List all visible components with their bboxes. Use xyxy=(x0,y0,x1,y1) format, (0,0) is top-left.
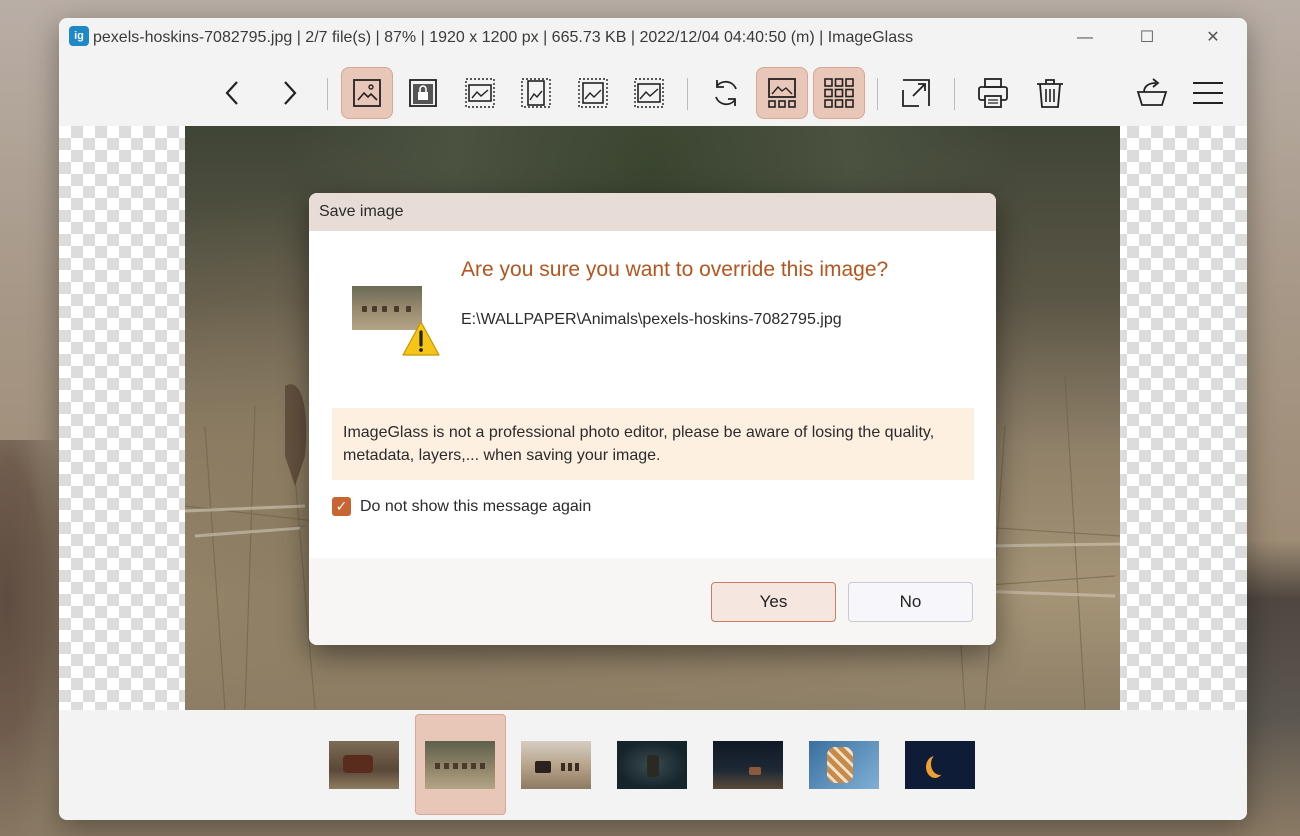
yes-button[interactable]: Yes xyxy=(711,582,836,622)
deer-shape xyxy=(406,306,411,312)
toolbar-separator xyxy=(877,78,878,110)
thumbnail-gallery xyxy=(59,710,1247,820)
desktop-wallpaper-right xyxy=(1240,540,1300,836)
main-menu-button[interactable] xyxy=(1182,67,1234,119)
scale-to-height-button[interactable] xyxy=(510,67,562,119)
grid-icon xyxy=(824,78,854,108)
dialog-title[interactable]: Save image xyxy=(309,193,996,231)
warning-note: ImageGlass is not a professional photo e… xyxy=(332,408,974,480)
lock-zoom-button[interactable] xyxy=(397,67,449,119)
deer-shape xyxy=(382,306,387,312)
auto-zoom-icon xyxy=(353,79,381,107)
scale-to-fit-button[interactable] xyxy=(567,67,619,119)
toolbar-separator xyxy=(954,78,955,110)
toolbar-separator xyxy=(687,78,688,110)
scale-to-width-button[interactable] xyxy=(454,67,506,119)
minimize-button[interactable]: — xyxy=(1063,24,1107,52)
toolbar-separator xyxy=(327,78,328,110)
window-title: pexels-hoskins-7082795.jpg | 2/7 file(s)… xyxy=(93,29,914,46)
gallery-thumbnail[interactable] xyxy=(521,741,591,789)
imageglass-logo-icon: ig xyxy=(69,26,89,46)
moon-shape xyxy=(931,753,949,775)
title-bar[interactable]: ig pexels-hoskins-7082795.jpg | 2/7 file… xyxy=(59,18,1247,60)
dont-show-again-checkbox[interactable]: ✓ xyxy=(332,497,351,516)
chevron-right-icon xyxy=(284,81,297,105)
deer-shape xyxy=(362,306,367,312)
trash-icon xyxy=(1037,79,1063,108)
toolbar xyxy=(59,60,1247,126)
scale-to-fit-icon xyxy=(578,78,608,108)
previous-image-button[interactable] xyxy=(207,67,259,119)
scale-to-width-icon xyxy=(465,78,495,108)
bull-shape xyxy=(343,755,373,773)
deer-shape xyxy=(394,306,399,312)
gallery-thumbnail[interactable] xyxy=(905,741,975,789)
gallery-thumbnail[interactable] xyxy=(329,741,399,789)
dont-show-again-checkbox-row[interactable]: ✓ Do not show this message again xyxy=(332,497,591,516)
print-button[interactable] xyxy=(967,67,1019,119)
refresh-icon xyxy=(715,80,737,106)
stag-shape xyxy=(647,755,659,777)
gallery-thumbnail[interactable] xyxy=(425,741,495,789)
delete-button[interactable] xyxy=(1024,67,1076,119)
scale-to-height-icon xyxy=(521,78,551,108)
fullscreen-icon xyxy=(902,79,930,107)
save-image-dialog: Save image Are you sure you want to over… xyxy=(309,193,996,645)
next-image-button[interactable] xyxy=(263,67,315,119)
gallery-button[interactable] xyxy=(756,67,808,119)
scale-to-fill-icon xyxy=(634,78,664,108)
auto-zoom-button[interactable] xyxy=(341,67,393,119)
deer-shape xyxy=(749,767,761,775)
dialog-heading: Are you sure you want to override this i… xyxy=(461,258,889,281)
gallery-thumbnail[interactable] xyxy=(713,741,783,789)
grid-button[interactable] xyxy=(813,67,865,119)
refresh-button[interactable] xyxy=(700,67,752,119)
warning-icon xyxy=(402,321,440,356)
fullscreen-button[interactable] xyxy=(890,67,942,119)
export-button[interactable] xyxy=(1126,67,1178,119)
herd-shape xyxy=(561,763,581,771)
scale-to-fill-button[interactable] xyxy=(623,67,675,119)
bison-shape xyxy=(535,761,551,773)
giraffe-shape xyxy=(827,747,853,783)
chevron-left-icon xyxy=(225,81,238,105)
close-button[interactable]: ✕ xyxy=(1191,24,1235,52)
file-path: E:\WALLPAPER\Animals\pexels-hoskins-7082… xyxy=(461,311,842,328)
gallery-thumbnail[interactable] xyxy=(809,741,879,789)
maximize-button[interactable]: ☐ xyxy=(1125,24,1169,52)
gallery-icon xyxy=(768,78,796,108)
print-icon xyxy=(978,78,1008,108)
menu-icon xyxy=(1193,82,1223,104)
deer-herd-shape xyxy=(435,763,485,769)
deer-shape xyxy=(372,306,377,312)
export-icon xyxy=(1136,78,1168,106)
no-button[interactable]: No xyxy=(848,582,973,622)
dialog-footer: Yes No xyxy=(309,558,996,645)
lock-zoom-icon xyxy=(409,79,437,107)
gallery-thumbnail[interactable] xyxy=(617,741,687,789)
checkbox-label[interactable]: Do not show this message again xyxy=(360,498,591,516)
